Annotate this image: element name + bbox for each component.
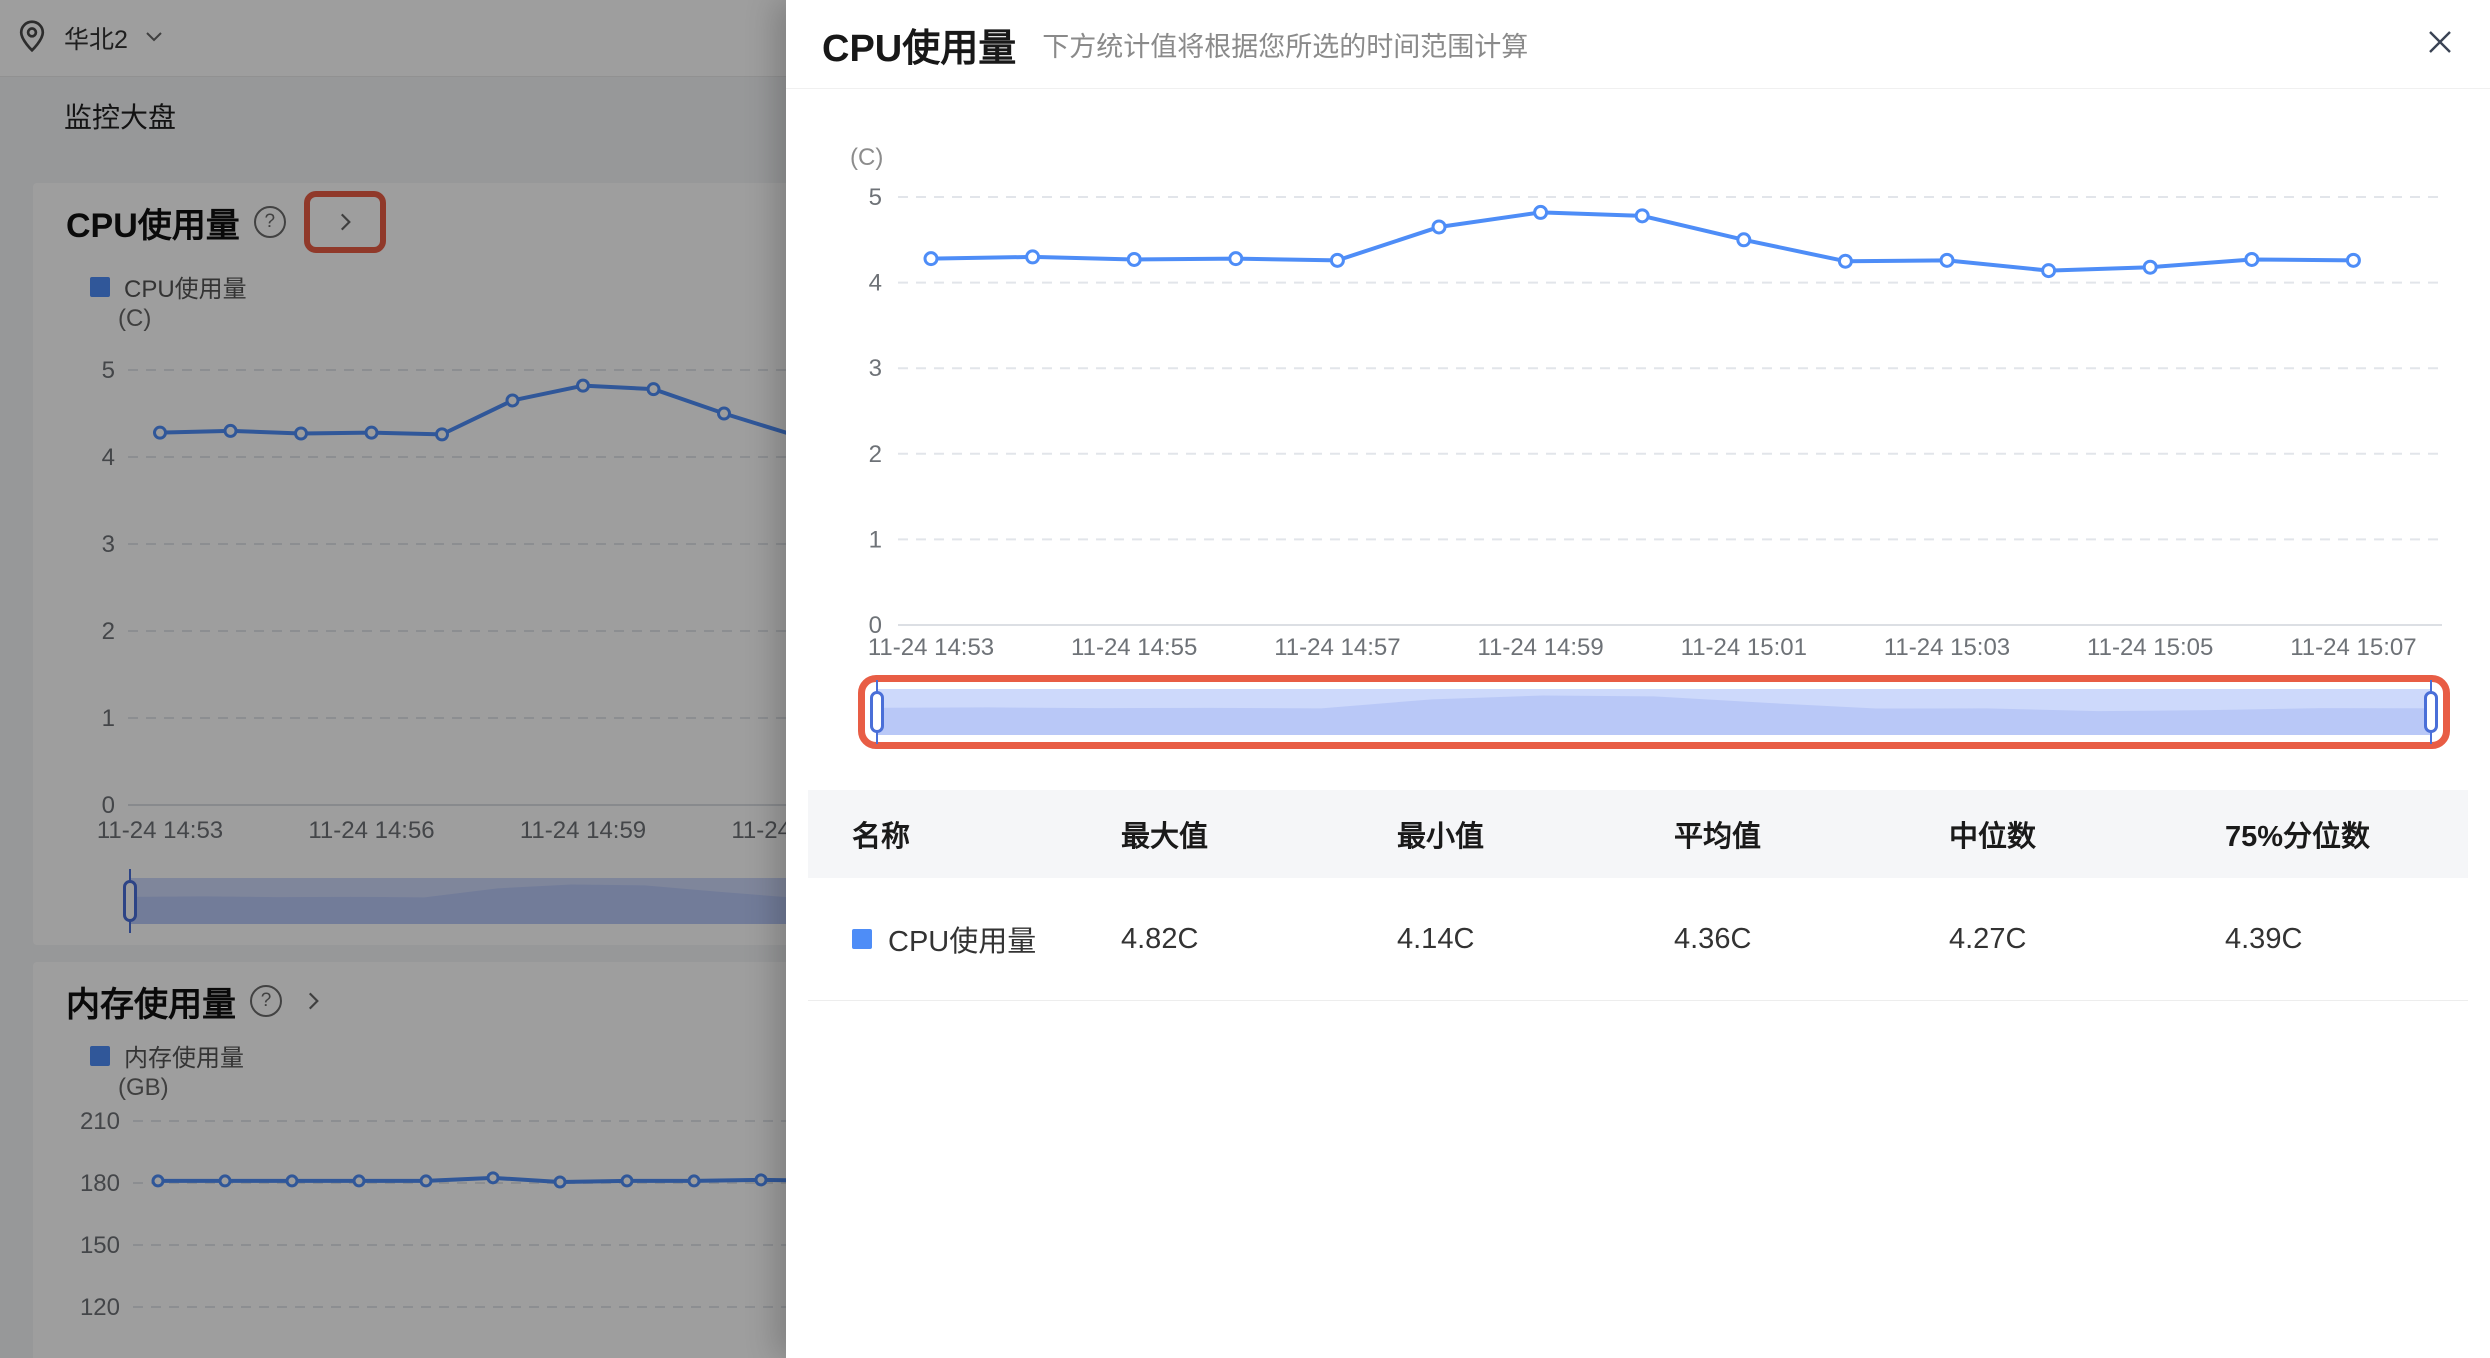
cpu-usage-detail-modal: CPU使用量 下方统计值将根据您所选的时间范围计算 (C) 01234511-2… [786,0,2490,1358]
table-row: CPU使用量 4.82C 4.14C 4.36C 4.27C 4.39C [808,878,2468,1001]
annotation-box-brush [858,675,2450,749]
series-swatch [852,929,872,949]
close-icon [2423,25,2457,59]
screen: 华北2 监控大盘 CPU使用量 CPU使用量 (C) 01234511-24 1… [0,0,2490,1358]
median-value: 4.27C [1949,923,2225,956]
col-header-avg: 平均值 [1674,813,1949,855]
col-header-min: 最小值 [1397,813,1674,855]
statistics-table: 名称 最大值 最小值 平均值 中位数 75%分位数 CPU使用量 4.82C 4… [808,790,2468,1001]
svg-text:4: 4 [869,270,882,297]
p75-value: 4.39C [2225,923,2468,956]
svg-text:11-24 15:01: 11-24 15:01 [1681,634,1807,661]
max-value: 4.82C [1121,923,1397,956]
svg-text:11-24 15:05: 11-24 15:05 [2087,634,2213,661]
close-button[interactable] [2416,18,2464,66]
col-header-p75: 75%分位数 [2225,813,2468,855]
svg-text:2: 2 [869,441,882,468]
svg-text:11-24 14:55: 11-24 14:55 [1071,634,1197,661]
svg-text:5: 5 [869,184,882,211]
svg-text:11-24 14:59: 11-24 14:59 [1477,634,1603,661]
svg-text:11-24 15:07: 11-24 15:07 [2290,634,2416,661]
modal-subtitle: 下方统计值将根据您所选的时间范围计算 [1042,25,1528,64]
series-name: CPU使用量 [888,918,1036,960]
col-header-name: 名称 [852,813,1121,855]
avg-value: 4.36C [1674,923,1949,956]
svg-text:11-24 14:57: 11-24 14:57 [1274,634,1400,661]
svg-text:3: 3 [869,355,882,382]
min-value: 4.14C [1397,923,1674,956]
svg-text:11-24 14:53: 11-24 14:53 [868,634,994,661]
svg-text:1: 1 [869,526,882,553]
modal-header: CPU使用量 下方统计值将根据您所选的时间范围计算 [786,0,2490,89]
col-header-max: 最大值 [1121,813,1397,855]
col-header-median: 中位数 [1949,813,2225,855]
modal-title: CPU使用量 [822,17,1016,72]
time-range-brush[interactable] [877,689,2431,735]
cpu-usage-detail-chart: 01234511-24 14:5311-24 14:5511-24 14:571… [786,88,2490,673]
table-header-row: 名称 最大值 最小值 平均值 中位数 75%分位数 [808,790,2468,878]
svg-text:11-24 15:03: 11-24 15:03 [1884,634,2010,661]
